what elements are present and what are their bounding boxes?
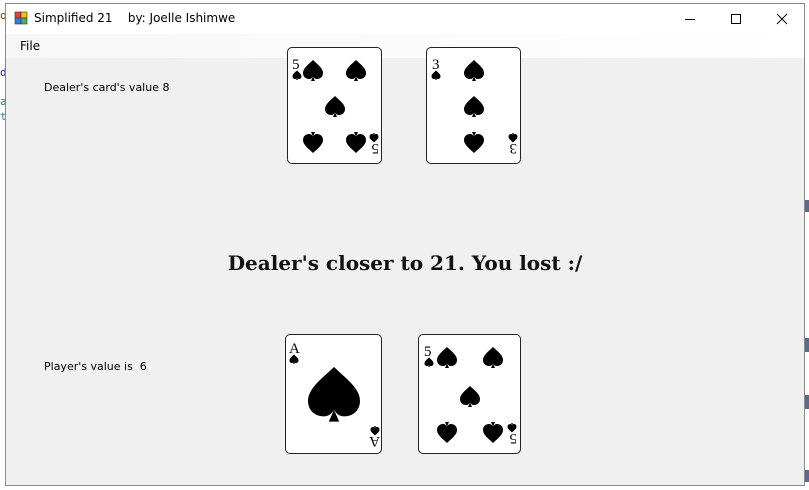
five-of-spades-face: 5 5 — [424, 344, 518, 446]
player-card-2: 5 5 — [418, 334, 521, 454]
game-window: Simplified 21 by: Joelle Ishimwe File De… — [5, 3, 805, 486]
background-marker — [805, 470, 809, 482]
card-rank-corner: 5 — [372, 140, 380, 156]
dealer-card-2: 3 3 — [426, 47, 521, 164]
background-marker — [805, 338, 809, 352]
close-button[interactable] — [759, 4, 805, 34]
minimize-icon — [685, 19, 695, 20]
dealer-value-label: Dealer's card's value 8 — [44, 81, 170, 94]
ace-of-spades-face: A A — [289, 341, 380, 449]
card-rank-corner: 5 — [510, 430, 518, 446]
card-rank-corner: 3 — [510, 140, 518, 156]
card-rank-corner: 3 — [432, 57, 440, 73]
background-marker — [805, 200, 809, 212]
maximize-icon — [731, 14, 741, 24]
result-message: Dealer's closer to 21. You lost :/ — [227, 251, 583, 275]
three-of-spades-face: 3 3 — [431, 57, 518, 156]
window-title: Simplified 21 by: Joelle Ishimwe — [34, 11, 236, 25]
card-rank-corner: A — [369, 433, 380, 449]
maximize-button[interactable] — [713, 4, 759, 34]
player-card-1: A A — [285, 334, 382, 454]
card-rank-corner: A — [289, 341, 300, 357]
player-value-label: Player's value is 6 — [44, 360, 147, 373]
card-rank-corner: 5 — [424, 344, 432, 360]
five-of-spades-face: 5 5 — [292, 57, 380, 156]
minimize-button[interactable] — [667, 4, 713, 34]
card-rank-corner: 5 — [292, 57, 300, 73]
background-app-right-edge — [805, 0, 809, 490]
file-menu[interactable]: File — [15, 39, 45, 53]
background-marker — [805, 395, 809, 409]
close-icon — [776, 13, 788, 25]
menu-bar: File — [6, 34, 804, 58]
app-icon — [14, 11, 28, 25]
dealer-card-1: 5 5 — [287, 47, 382, 164]
title-bar[interactable]: Simplified 21 by: Joelle Ishimwe — [6, 4, 804, 34]
